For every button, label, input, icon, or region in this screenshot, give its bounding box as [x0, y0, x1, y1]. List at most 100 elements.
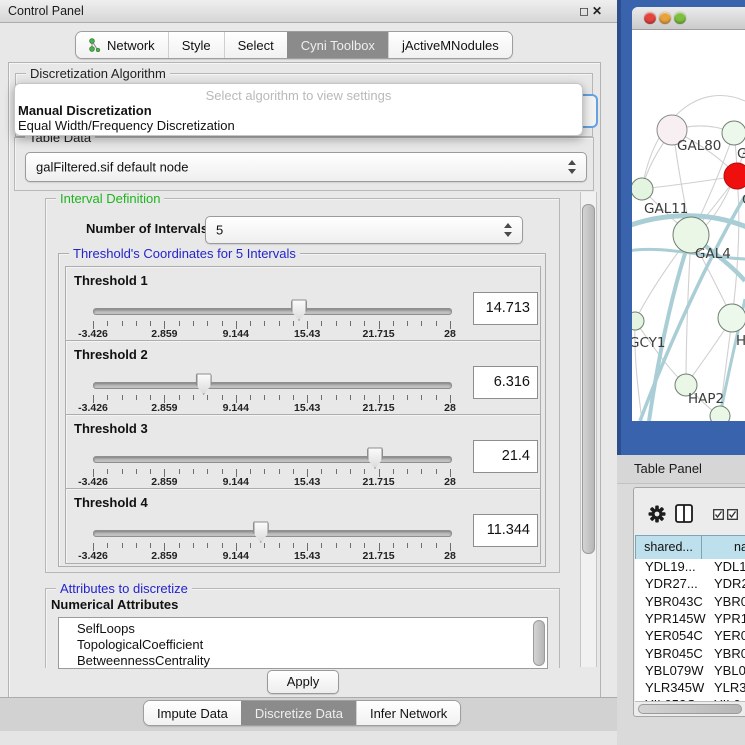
tick-mark — [364, 469, 365, 474]
tick-mark — [179, 321, 180, 326]
slider-thumb[interactable] — [291, 299, 307, 321]
tick-mark — [179, 469, 180, 474]
network-node-unlabeled-top-right[interactable] — [722, 121, 745, 145]
window-close-icon[interactable]: ✕ — [591, 5, 603, 17]
threshold-value-field[interactable]: 6.316 — [473, 366, 538, 399]
close-traffic-light-icon[interactable] — [644, 12, 656, 24]
thresholds-group: Threshold's Coordinates for 5 Intervals … — [58, 253, 546, 567]
zoom-traffic-light-icon[interactable] — [674, 12, 686, 24]
tick-mark — [264, 543, 265, 548]
tick-mark — [350, 321, 351, 326]
tick-label: -3.426 — [65, 402, 121, 414]
tab-infer-network[interactable]: Infer Network — [356, 701, 460, 725]
tick-mark — [122, 469, 123, 474]
cell-name: YBL0 — [714, 663, 745, 678]
content-scrollbar-thumb[interactable] — [582, 204, 595, 554]
tick-mark — [207, 395, 208, 400]
tab-network[interactable]: Network — [76, 32, 168, 58]
table-row[interactable]: YBR045CYBR0 — [635, 646, 745, 664]
tick-mark — [436, 543, 437, 548]
tick-mark — [250, 395, 251, 400]
threshold-value-field[interactable]: 14.713 — [473, 292, 538, 325]
slider-thumb[interactable] — [196, 373, 212, 395]
attributes-scrollbar-thumb[interactable] — [533, 620, 545, 666]
table-row[interactable]: YBR043CYBR0 — [635, 594, 745, 612]
tab-cyni-toolbox[interactable]: Cyni Toolbox — [287, 32, 388, 58]
tick-mark — [207, 543, 208, 548]
tick-mark — [393, 469, 394, 474]
table-row[interactable]: YPR145WYPR1 — [635, 611, 745, 629]
checkbox-icons[interactable] — [713, 509, 739, 520]
gear-icon[interactable] — [648, 505, 666, 523]
table-data-combo-value: galFiltered.sif default node — [36, 160, 188, 175]
table-data-combo[interactable]: galFiltered.sif default node — [25, 152, 587, 182]
table-hscrollbar-track[interactable] — [635, 701, 745, 714]
threshold-value-field[interactable]: 11.344 — [473, 514, 538, 547]
apply-button[interactable]: Apply — [267, 670, 339, 694]
tab-style[interactable]: Style — [168, 32, 224, 58]
node-label-ga: GA — [737, 146, 745, 162]
table-hscrollbar-thumb[interactable] — [638, 704, 742, 714]
tab-select[interactable]: Select — [224, 32, 287, 58]
algorithm-option-2[interactable]: Equal Width/Frequency Discretization — [18, 118, 235, 133]
tick-label: 9.144 — [208, 328, 264, 340]
tick-mark — [279, 395, 280, 400]
network-node-gcy1[interactable] — [632, 312, 644, 330]
slider-track[interactable] — [93, 456, 452, 463]
table-row[interactable]: YBL079WYBL0 — [635, 663, 745, 681]
cell-name: YDR2 — [714, 576, 745, 591]
table-row[interactable]: YER054CYER0 — [635, 628, 745, 646]
numerical-attributes-list[interactable]: SelfLoopsTopologicalCoefficientBetweenne… — [58, 617, 548, 669]
combo-stepper-icon — [568, 160, 577, 174]
attribute-item[interactable]: BetweennessCentrality — [77, 653, 210, 668]
table-row[interactable]: YDR27...YDR2 — [635, 576, 745, 594]
tick-mark — [264, 469, 265, 474]
cell-shared-name: YBR043C — [645, 594, 703, 609]
minimize-traffic-light-icon[interactable] — [659, 12, 671, 24]
tick-mark — [407, 469, 408, 474]
tick-mark — [421, 321, 422, 326]
tab-impute-data[interactable]: Impute Data — [144, 701, 241, 725]
column-layout-icon[interactable] — [675, 504, 693, 523]
network-view-panel: GAL80GAL11GAL4GCY1HAP2GACYHA — [617, 0, 745, 455]
tick-mark — [421, 469, 422, 474]
network-edge[interactable] — [642, 176, 737, 189]
tick-mark — [136, 543, 137, 548]
slider-track[interactable] — [93, 308, 452, 315]
attribute-item[interactable]: SelfLoops — [77, 621, 135, 636]
node-label-gal4: GAL4 — [695, 246, 731, 262]
numerical-attributes-label: Numerical Attributes — [51, 597, 178, 612]
window-float-icon[interactable]: ◻ — [578, 5, 590, 17]
network-canvas[interactable]: GAL80GAL11GAL4GCY1HAP2GACYHA — [632, 29, 745, 421]
tick-mark — [350, 395, 351, 400]
cell-name: YDL1 — [714, 559, 745, 574]
number-of-intervals-combo[interactable]: 5 — [205, 216, 523, 244]
slider-track[interactable] — [93, 530, 452, 537]
network-node-red-node[interactable] — [724, 163, 745, 189]
slider-track[interactable] — [93, 382, 452, 389]
bottom-tabs: Impute DataDiscretize DataInfer Network — [143, 700, 461, 726]
slider-thumb[interactable] — [253, 521, 269, 543]
tab-jactivemnodules[interactable]: jActiveMNodules — [388, 32, 512, 58]
cell-name: YPR1 — [714, 611, 745, 626]
tick-label: 21.715 — [351, 550, 407, 562]
tick-label: -3.426 — [65, 550, 121, 562]
network-edge[interactable] — [732, 176, 739, 318]
slider-thumb[interactable] — [367, 447, 383, 469]
tick-label: 15.43 — [279, 476, 335, 488]
algorithm-option-1[interactable]: Manual Discretization — [18, 103, 152, 118]
tick-mark — [122, 543, 123, 548]
attribute-item[interactable]: TopologicalCoefficient — [77, 637, 203, 652]
tick-mark — [136, 469, 137, 474]
tab-discretize-data[interactable]: Discretize Data — [241, 701, 356, 725]
content-scrollbar-track[interactable] — [580, 192, 597, 667]
network-node-gal11[interactable] — [632, 178, 653, 200]
threshold-value-field[interactable]: 21.4 — [473, 440, 538, 473]
column-header-shared[interactable]: shared... — [635, 535, 702, 560]
network-node-unlabeled-bottom[interactable] — [710, 406, 730, 421]
column-header-name[interactable]: na — [701, 535, 745, 560]
table-row[interactable]: YDL19...YDL1 — [635, 559, 745, 577]
table-row[interactable]: YLR345WYLR3 — [635, 680, 745, 698]
tick-mark — [407, 395, 408, 400]
network-node-h-partial[interactable] — [718, 304, 745, 332]
